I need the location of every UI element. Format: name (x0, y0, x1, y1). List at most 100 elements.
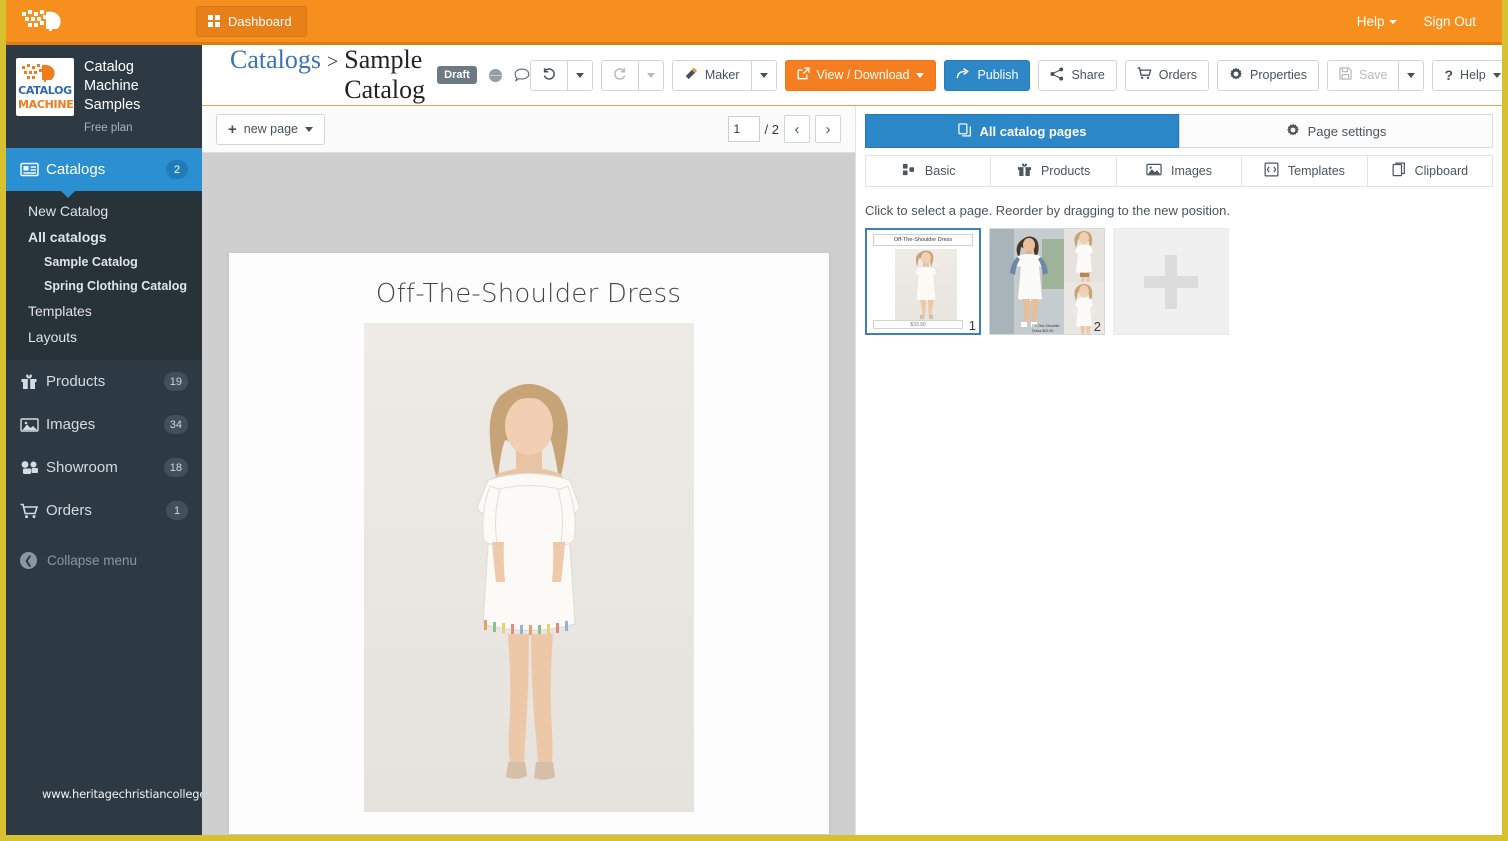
maker-dropdown-button[interactable] (750, 59, 777, 91)
account-name: Catalog Machine Samples (84, 59, 141, 113)
subtab-templates[interactable]: Templates (1241, 155, 1368, 187)
sidebar-item-showroom[interactable]: Showroom 18 (6, 446, 202, 489)
add-page-button[interactable] (1113, 228, 1229, 335)
tab-label-all-catalog-pages: All catalog pages (979, 123, 1087, 139)
subtab-basic[interactable]: Basic (865, 155, 992, 187)
prev-page-button[interactable]: ‹ (784, 115, 810, 143)
magic-wand-icon (684, 67, 698, 84)
status-badge: Draft (437, 66, 477, 84)
sidebar-item-products[interactable]: Products 19 (6, 360, 202, 403)
save-dropdown-button[interactable] (1398, 59, 1425, 91)
catalog-page-sheet[interactable]: Off-The-Shoulder Dress (227, 252, 830, 835)
thumbnail-2-main-image: Off-The-Shoulder Dress $33.90 (990, 229, 1066, 334)
sidebar-label-showroom: Showroom (46, 459, 118, 476)
sidebar-item-images[interactable]: Images 34 (6, 403, 202, 446)
subtab-label-basic: Basic (924, 164, 956, 178)
page-thumbnail-1[interactable]: Off-The-Shoulder Dress $33.90 1 (865, 228, 981, 335)
sidebar-item-all-catalogs[interactable]: All catalogs (6, 224, 202, 250)
maker-label: Maker (704, 68, 740, 82)
thumbnail-2-number: 2 (1093, 319, 1101, 334)
redo-button[interactable] (600, 59, 639, 91)
sidebar-item-new-catalog[interactable]: New Catalog (6, 198, 202, 224)
globe-icon[interactable] (487, 68, 503, 83)
collapse-menu-button[interactable]: ❮ Collapse menu (6, 532, 202, 589)
chevron-down-icon (575, 72, 584, 78)
orders-button[interactable]: Orders (1124, 59, 1209, 91)
subtab-products[interactable]: Products (990, 155, 1117, 187)
save-button[interactable]: Save (1326, 59, 1400, 91)
undo-icon (542, 67, 556, 83)
basic-icon (901, 163, 916, 180)
share-button[interactable]: Share (1038, 59, 1117, 91)
subtab-label-clipboard: Clipboard (1414, 164, 1469, 178)
maker-button[interactable]: Maker (671, 59, 752, 91)
breadcrumb-separator: > (327, 51, 339, 73)
cart-icon (20, 503, 46, 519)
dashboard-button[interactable]: Dashboard (196, 5, 307, 37)
sidebar-badge-products: 19 (163, 372, 188, 391)
breadcrumb-current: Sample Catalog (344, 45, 426, 104)
gear-icon (1229, 67, 1243, 84)
page-number-input[interactable] (727, 116, 760, 142)
thumbnail-1-price: $33.90 (873, 320, 963, 329)
sidebar-badge-images: 34 (163, 415, 188, 434)
help-button[interactable]: ? Help (1432, 59, 1502, 91)
next-page-button[interactable]: › (815, 115, 841, 143)
sidebar-item-orders[interactable]: Orders 1 (6, 489, 202, 532)
subtab-clipboard[interactable]: Clipboard (1366, 155, 1494, 187)
page-thumbnail-2[interactable]: Off-The-Shoulder Dress $33.90 2 (989, 228, 1105, 335)
sidebar-label-products: Products (46, 373, 106, 390)
plus-icon: + (228, 120, 237, 138)
account-block: CATALOG MACHINE Catalog Machine Samples … (6, 45, 202, 148)
tab-page-settings[interactable]: Page settings (1179, 114, 1493, 148)
redo-group (600, 59, 664, 91)
view-download-button[interactable]: View / Download (784, 59, 937, 91)
dashboard-label: Dashboard (228, 13, 292, 29)
product-photo[interactable] (363, 323, 694, 812)
topbar-help-menu[interactable]: Help (1357, 14, 1398, 29)
sidebar: CATALOG MACHINE Catalog Machine Samples … (6, 45, 202, 835)
sidebar-item-sample-catalog[interactable]: Sample Catalog (6, 250, 202, 274)
sidebar-item-spring-clothing-catalog[interactable]: Spring Clothing Catalog (6, 274, 202, 298)
top-bar: Dashboard Help Sign Out (6, 0, 1502, 45)
sidebar-item-layouts[interactable]: Layouts (6, 324, 202, 350)
pages-icon (957, 122, 972, 140)
thumbnail-1-image (895, 249, 957, 321)
comment-icon[interactable] (514, 68, 530, 82)
chevron-down-icon (646, 72, 655, 78)
new-page-label: new page (243, 122, 298, 136)
sidebar-item-catalogs[interactable]: Catalogs 2 (6, 148, 202, 198)
page-navigation: / 2 ‹ › (727, 115, 841, 143)
tab-all-catalog-pages[interactable]: All catalog pages (865, 114, 1179, 148)
properties-button[interactable]: Properties (1217, 59, 1319, 91)
sidebar-item-templates[interactable]: Templates (6, 298, 202, 324)
sidebar-nav: Catalogs 2 New Catalog All catalogs Samp… (6, 148, 202, 532)
properties-label: Properties (1250, 68, 1307, 82)
panel-subtabs: Basic Products Images Templates Clipboar… (856, 148, 1502, 187)
sidebar-label-images: Images (46, 416, 96, 433)
undo-button[interactable] (529, 59, 568, 91)
undo-dropdown-button[interactable] (566, 59, 593, 91)
publish-button[interactable]: Publish (944, 59, 1031, 91)
header-bar: Catalogs > Sample Catalog Draft Maker Vi… (202, 45, 1502, 106)
chevron-down-icon (1407, 72, 1416, 78)
thumbnail-2-sub-image-1 (1064, 229, 1104, 282)
view-download-label: View / Download (816, 68, 910, 82)
brand-logo-icon (6, 0, 86, 44)
right-panel: All catalog pages Page settings Basic Pr… (855, 106, 1502, 835)
plus-icon (1144, 254, 1198, 309)
grid-icon (208, 15, 220, 27)
new-page-button[interactable]: + new page (216, 113, 325, 145)
gift-icon (1017, 162, 1032, 180)
chevron-down-icon (1492, 72, 1501, 78)
canvas-scroll: Off-The-Shoulder Dress (202, 153, 855, 835)
external-link-icon (797, 67, 810, 83)
gift-icon (20, 373, 46, 390)
redo-dropdown-button[interactable] (637, 59, 664, 91)
page-thumbnail-list: Off-The-Shoulder Dress $33.90 1 Off-The-… (856, 228, 1502, 335)
subtab-images[interactable]: Images (1115, 155, 1243, 187)
sign-out-link[interactable]: Sign Out (1423, 14, 1476, 29)
showroom-icon (20, 460, 46, 476)
subtab-label-templates: Templates (1287, 164, 1345, 178)
breadcrumb-catalogs-link[interactable]: Catalogs (230, 45, 321, 75)
